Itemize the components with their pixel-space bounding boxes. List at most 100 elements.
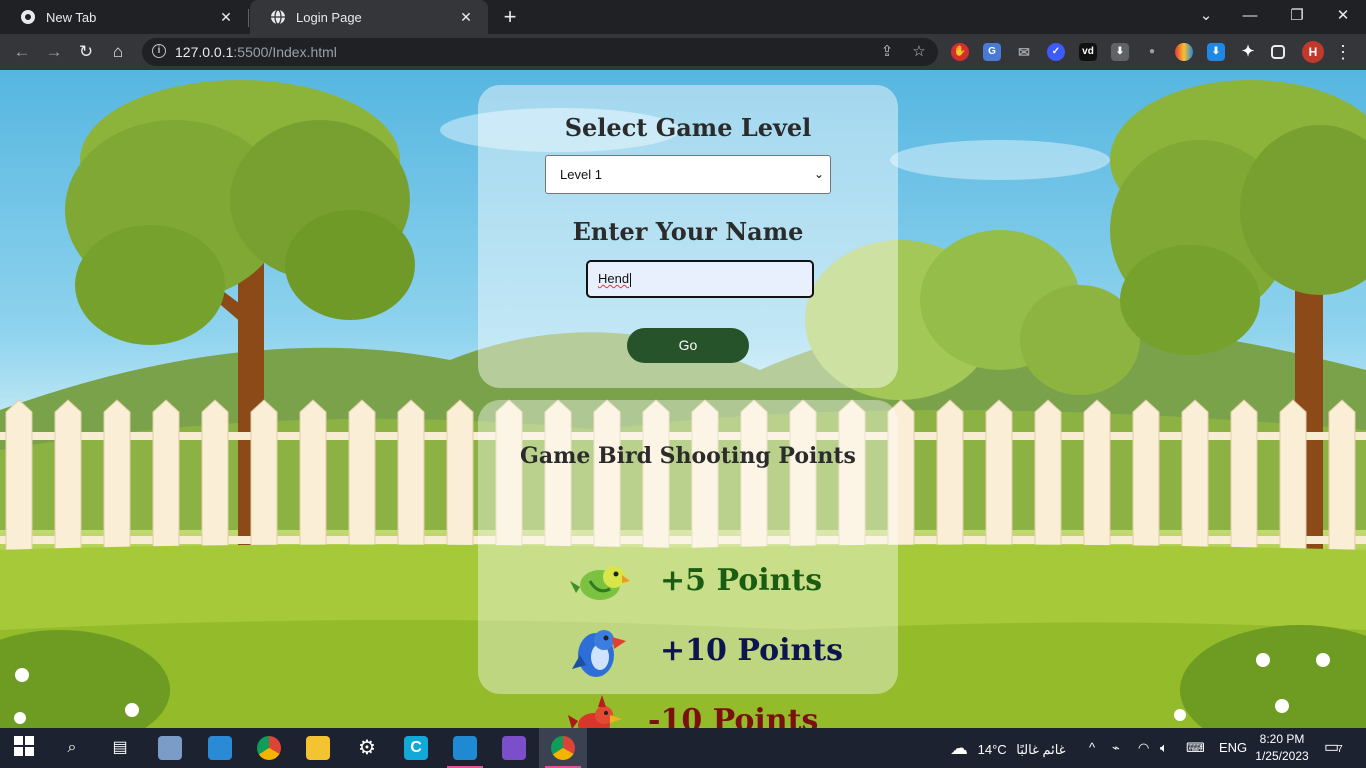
translate-extension-icon[interactable]: G bbox=[983, 43, 1001, 61]
taskbar-app-file-explorer[interactable] bbox=[294, 728, 342, 768]
bulb-extension-icon[interactable]: ● bbox=[1143, 43, 1161, 61]
fence-picket bbox=[936, 399, 964, 551]
taskbar-app-photos[interactable] bbox=[146, 728, 194, 768]
keyboard-icon[interactable]: ⌨ bbox=[1186, 728, 1205, 768]
fence-picket bbox=[397, 399, 425, 551]
fence-picket bbox=[1230, 399, 1258, 551]
page-viewport: Select Game Level Level 1 ⌄ Enter Your N… bbox=[0, 70, 1366, 728]
windows-start-icon[interactable] bbox=[12, 736, 36, 760]
share-icon[interactable]: ⇪ bbox=[878, 43, 896, 61]
fence-picket bbox=[1132, 399, 1160, 551]
fence-picket bbox=[299, 399, 327, 551]
taskbar-app-computer[interactable] bbox=[196, 728, 244, 768]
home-icon[interactable]: ⌂ bbox=[106, 40, 130, 64]
check-extension-icon[interactable]: ✓ bbox=[1047, 43, 1065, 61]
points-row: +10 Points bbox=[478, 625, 898, 681]
notifications-icon[interactable]: ▭7 bbox=[1324, 728, 1343, 768]
blue-parrot-icon bbox=[572, 630, 626, 677]
color-extension-icon[interactable] bbox=[1175, 43, 1193, 61]
taskbar-app-settings[interactable]: ⚙ bbox=[343, 728, 391, 768]
taskbar-app-c[interactable]: C bbox=[392, 728, 440, 768]
fence-picket bbox=[1328, 399, 1356, 551]
name-heading: Enter Your Name bbox=[572, 217, 804, 246]
reload-icon[interactable]: ↻ bbox=[74, 40, 98, 64]
taskbar-app-visual-studio[interactable] bbox=[490, 728, 538, 768]
clock-time: 8:20 PM bbox=[1259, 732, 1305, 746]
browser-tab-bar: New Tab ✕ Login Page ✕ + ⌄ — ❐ ✕ bbox=[0, 0, 1366, 34]
vd-extension-icon[interactable]: vd bbox=[1079, 43, 1097, 61]
points-row: +5 Points bbox=[478, 555, 898, 611]
notification-count: 7 bbox=[1337, 744, 1343, 755]
site-info-icon[interactable]: i bbox=[152, 44, 166, 58]
name-input[interactable]: Hend bbox=[586, 260, 814, 298]
name-input-value: Hend bbox=[598, 271, 630, 286]
weather-description: غائم غالبًا bbox=[1016, 742, 1066, 757]
level-heading: Select Game Level bbox=[564, 113, 812, 142]
points-heading: Game Bird Shooting Points bbox=[520, 443, 856, 469]
fence-picket bbox=[1181, 399, 1209, 551]
show-hidden-icons-icon[interactable]: ^ bbox=[1089, 728, 1095, 768]
fence-picket bbox=[985, 399, 1013, 551]
fence-picket bbox=[152, 399, 180, 551]
points-info-card: Game Bird Shooting Points +5 Points +10 … bbox=[478, 400, 898, 728]
points-label: -10 Points bbox=[648, 703, 819, 728]
fence-picket bbox=[201, 399, 229, 551]
tab-title: New Tab bbox=[46, 9, 97, 25]
fence-picket bbox=[250, 399, 278, 551]
restore-button[interactable]: ❐ bbox=[1283, 4, 1311, 28]
adblock-extension-icon[interactable]: ✋ bbox=[951, 43, 969, 61]
tab-new-tab[interactable]: New Tab ✕ bbox=[0, 0, 248, 34]
red-bird-icon bbox=[568, 695, 622, 728]
mail-extension-icon[interactable]: ✉ bbox=[1015, 43, 1033, 61]
volume-icon[interactable]: 🔈︎ bbox=[1160, 728, 1168, 768]
tab-title: Login Page bbox=[296, 9, 362, 25]
weather-cloud-icon: ☁ bbox=[950, 738, 968, 758]
fence-picket bbox=[1034, 399, 1062, 551]
fence-picket bbox=[446, 399, 474, 551]
new-tab-button[interactable]: + bbox=[498, 5, 522, 29]
browser-toolbar: ← → ↻ ⌂ i 127.0.0.1:5500/Index.html ⇪ ☆ … bbox=[0, 34, 1366, 70]
tab-search-icon[interactable]: ⌄ bbox=[1192, 4, 1220, 28]
login-form-card: Select Game Level Level 1 ⌄ Enter Your N… bbox=[478, 85, 898, 388]
chevron-down-icon: ⌄ bbox=[813, 167, 824, 181]
forward-arrow-icon[interactable]: → bbox=[42, 40, 66, 64]
fence-picket bbox=[5, 399, 33, 551]
weather-widget[interactable]: ☁ 14°C غائم غالبًا bbox=[950, 728, 1066, 768]
language-indicator[interactable]: ENG bbox=[1219, 728, 1247, 768]
close-tab-icon[interactable]: ✕ bbox=[458, 9, 474, 25]
level-select[interactable]: Level 1 ⌄ bbox=[545, 155, 831, 194]
downloader-extension-icon[interactable]: ⬇ bbox=[1207, 43, 1225, 61]
task-view-icon[interactable]: ▤ bbox=[108, 736, 132, 760]
go-button[interactable]: Go bbox=[627, 328, 749, 363]
download-extension-icon[interactable]: ⬇ bbox=[1111, 43, 1129, 61]
windows-taskbar: ⌕ ▤ ⚙ C ☁ 14°C غائم غالبًا ^ ⌁ ◠ 🔈︎ ⌨ EN… bbox=[0, 728, 1366, 768]
side-panel-icon[interactable] bbox=[1271, 45, 1285, 59]
minimize-button[interactable]: — bbox=[1236, 4, 1264, 28]
network-status-icon[interactable]: ⌁ bbox=[1112, 728, 1120, 768]
level-select-value: Level 1 bbox=[560, 167, 602, 182]
fence-picket bbox=[103, 399, 131, 551]
bookmark-star-icon[interactable]: ☆ bbox=[910, 43, 928, 61]
fence-picket bbox=[1083, 399, 1111, 551]
close-window-button[interactable]: ✕ bbox=[1329, 4, 1357, 28]
url-text: 127.0.0.1:5500/Index.html bbox=[175, 44, 337, 60]
extensions-puzzle-icon[interactable]: ✦ bbox=[1239, 43, 1257, 61]
back-arrow-icon[interactable]: ← bbox=[10, 40, 34, 64]
profile-avatar[interactable]: H bbox=[1302, 41, 1324, 63]
close-tab-icon[interactable]: ✕ bbox=[218, 9, 234, 25]
tab-login-page[interactable]: Login Page ✕ bbox=[250, 0, 488, 34]
taskbar-app-vscode[interactable] bbox=[441, 728, 489, 768]
taskbar-app-chrome[interactable] bbox=[245, 728, 293, 768]
search-icon[interactable]: ⌕ bbox=[60, 736, 84, 760]
points-label: +10 Points bbox=[660, 633, 844, 668]
wifi-icon[interactable]: ◠ bbox=[1138, 728, 1149, 768]
fence-picket bbox=[1279, 399, 1307, 551]
chrome-icon bbox=[20, 9, 36, 25]
weather-temperature: 14°C bbox=[977, 742, 1007, 757]
taskbar-app-chrome-active[interactable] bbox=[539, 728, 587, 768]
system-clock[interactable]: 8:20 PM 1/25/2023 bbox=[1254, 731, 1310, 765]
points-label: +5 Points bbox=[660, 563, 823, 598]
text-caret bbox=[630, 272, 632, 287]
more-menu-icon[interactable]: ⋮ bbox=[1334, 40, 1352, 64]
address-bar[interactable]: i 127.0.0.1:5500/Index.html ⇪ ☆ bbox=[142, 38, 938, 66]
